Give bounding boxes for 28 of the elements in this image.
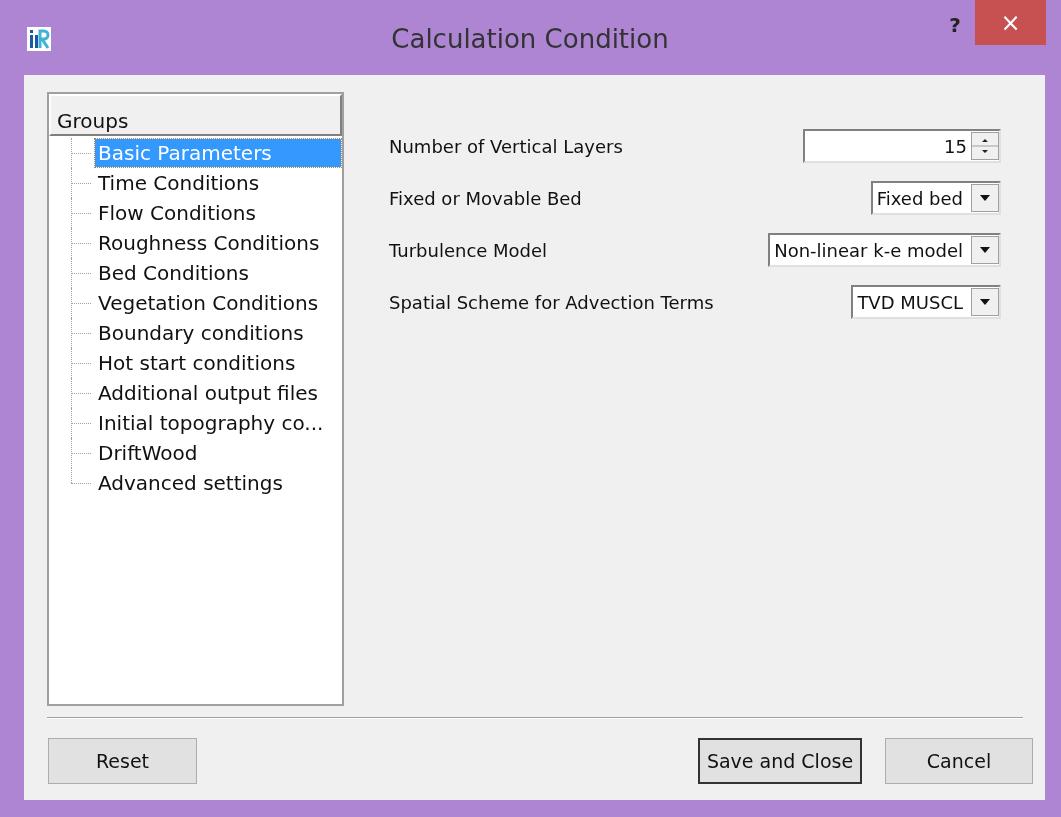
field-label: Turbulence Model xyxy=(389,238,548,263)
tree-item[interactable]: Initial topography co... xyxy=(95,409,327,437)
tree-item[interactable]: Time Conditions xyxy=(95,169,263,197)
tree-item[interactable]: Boundary conditions xyxy=(95,319,307,347)
dropdown[interactable]: TVD MUSCL xyxy=(851,285,1001,319)
spin-arrows-icon[interactable] xyxy=(971,132,999,160)
app-logo-icon xyxy=(27,27,51,51)
tree-item[interactable]: Additional output files xyxy=(95,379,321,407)
dialog-button[interactable]: Cancel xyxy=(885,738,1033,784)
tree-item[interactable]: Roughness Conditions xyxy=(95,229,323,257)
tree-item[interactable]: Advanced settings xyxy=(95,469,286,497)
number-spinbox[interactable]: 15 xyxy=(803,129,1001,163)
tree-item[interactable]: Bed Conditions xyxy=(95,259,252,287)
dropdown[interactable]: Non-linear k-e model xyxy=(768,233,1001,267)
dialog-button[interactable]: Reset xyxy=(48,738,197,784)
field-label: Spatial Scheme for Advection Terms xyxy=(389,290,714,315)
field-label: Fixed or Movable Bed xyxy=(389,186,582,211)
close-button[interactable]: × xyxy=(975,0,1046,45)
tree-item[interactable]: Vegetation Conditions xyxy=(95,289,322,317)
dropdown[interactable]: Fixed bed xyxy=(870,181,1001,215)
tree-item[interactable]: DriftWood xyxy=(95,439,201,467)
window-title: Calculation Condition xyxy=(390,23,670,56)
field-label: Number of Vertical Layers xyxy=(389,134,623,159)
help-button[interactable]: ? xyxy=(940,10,970,40)
tree-item[interactable]: Hot start conditions xyxy=(95,349,299,377)
dialog-button[interactable]: Save and Close xyxy=(698,738,862,784)
tree-header: Groups xyxy=(49,94,342,136)
tree-item[interactable]: Flow Conditions xyxy=(95,199,259,227)
